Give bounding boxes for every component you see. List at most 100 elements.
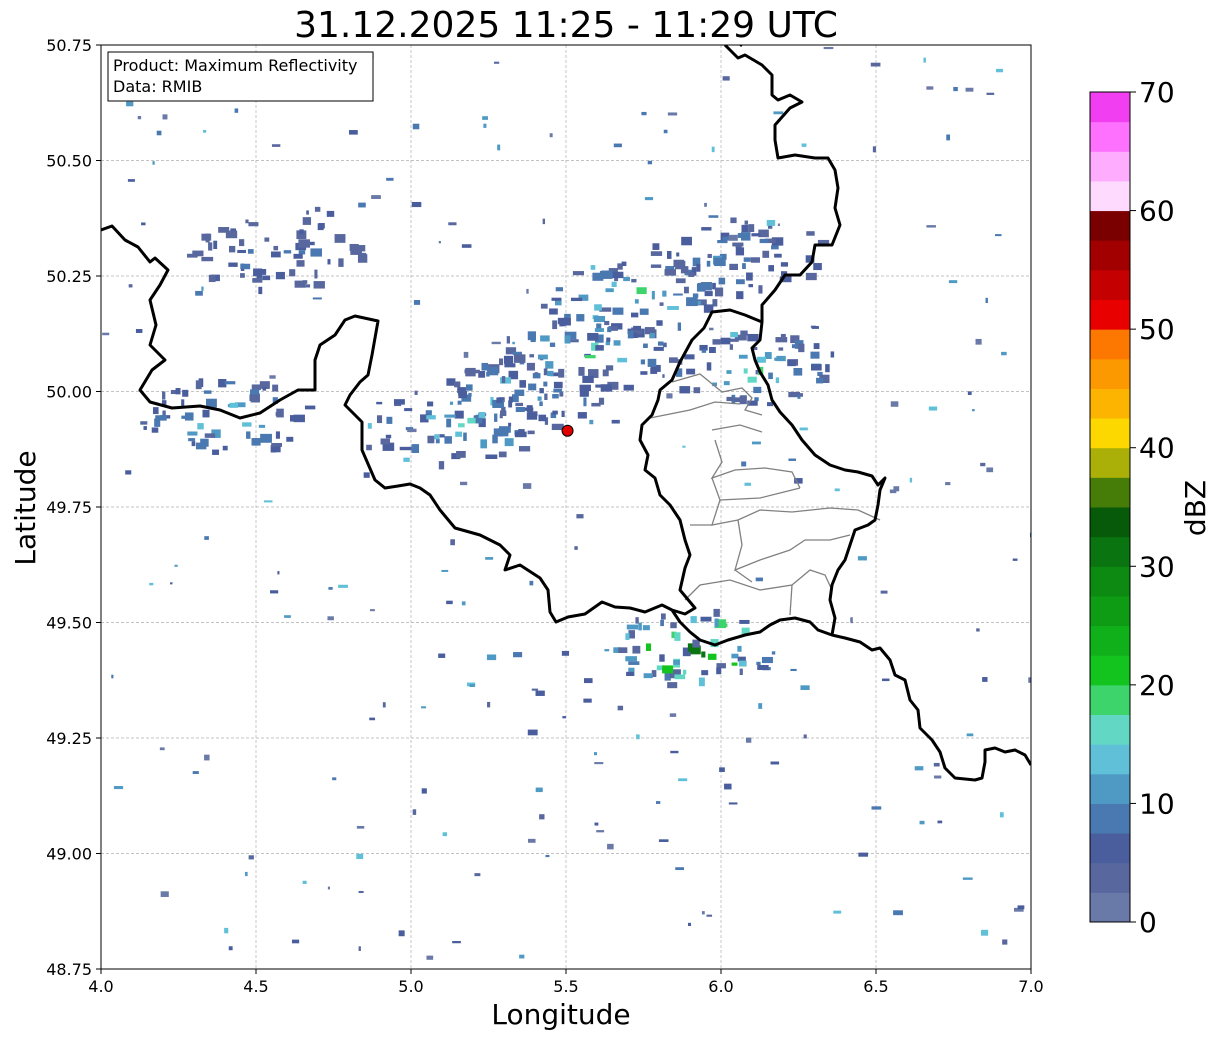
echo-cell — [744, 220, 748, 225]
echo-cell — [501, 376, 506, 384]
echo-cell — [187, 253, 198, 258]
echo-cell — [770, 761, 780, 765]
echo-cell — [816, 377, 824, 384]
echo-cell — [1012, 558, 1018, 561]
echo-cell — [572, 271, 584, 276]
echo-cell — [729, 263, 739, 271]
echo-cell — [926, 225, 936, 228]
echo-cell — [626, 624, 639, 630]
echo-cell — [504, 363, 516, 368]
echo-cell — [482, 116, 488, 120]
echo-cell — [707, 253, 712, 258]
echo-cell — [722, 76, 730, 81]
echo-cell — [273, 245, 279, 251]
echo-cell — [305, 284, 311, 288]
echo-cell — [945, 482, 951, 486]
echo-cell — [663, 342, 667, 348]
echo-cell — [250, 389, 260, 395]
colorbar-swatch — [1090, 477, 1130, 508]
echo-cell — [275, 446, 281, 453]
colorbar-swatch — [1090, 684, 1130, 715]
echo-cell — [404, 408, 413, 412]
echo-cell — [290, 415, 294, 422]
echo-cell — [797, 394, 801, 399]
echo-cell — [600, 384, 613, 392]
echo-cell — [363, 472, 370, 478]
echo-cell — [658, 839, 669, 842]
echo-cell — [191, 441, 196, 447]
echo-cell — [332, 777, 337, 781]
echo-cell — [775, 337, 788, 343]
x-tick-label: 4.0 — [88, 977, 113, 996]
colorbar-swatch — [1090, 803, 1130, 834]
echo-cell — [486, 654, 497, 661]
echo-cell — [805, 272, 817, 281]
echo-cell — [256, 274, 263, 279]
echo-cell — [386, 416, 393, 424]
echo-cell — [735, 247, 745, 256]
echo-cell — [748, 284, 754, 288]
echo-cell — [667, 112, 678, 116]
echo-cell — [594, 304, 602, 311]
echo-cell — [151, 427, 159, 433]
echo-cell — [162, 391, 166, 400]
echo-cell — [604, 320, 610, 326]
echo-cell — [755, 369, 758, 375]
echo-cell — [635, 617, 639, 624]
colorbar-swatch — [1090, 447, 1130, 478]
echo-cell — [271, 144, 281, 147]
echo-cell — [741, 232, 751, 241]
echo-cell — [304, 405, 316, 410]
echo-cell — [726, 396, 734, 402]
echo-cell — [593, 315, 606, 323]
echo-cell — [589, 419, 594, 425]
echo-cell — [393, 399, 405, 405]
echo-cell — [258, 424, 266, 428]
echo-cell — [508, 422, 512, 427]
radar-site-marker — [561, 424, 574, 437]
echo-cell — [744, 482, 751, 486]
echo-cell — [203, 390, 212, 394]
echo-cell — [659, 302, 664, 306]
echo-cell — [504, 438, 514, 447]
echo-cell — [512, 341, 515, 345]
echo-cell — [701, 670, 709, 676]
echo-cell — [491, 341, 501, 345]
echo-cell — [611, 419, 620, 424]
echo-cell — [626, 671, 634, 677]
echo-cell — [775, 377, 780, 384]
echo-cell — [275, 431, 280, 439]
echo-cell — [684, 286, 689, 294]
echo-cell — [538, 414, 547, 422]
echo-cell — [926, 86, 934, 90]
echo-cell — [407, 428, 417, 433]
echo-cell — [813, 263, 822, 271]
echo-cell — [275, 271, 285, 280]
echo-cell — [156, 130, 162, 136]
echo-cell — [611, 281, 617, 287]
echo-cell — [528, 383, 537, 391]
echo-cell — [810, 351, 820, 359]
echo-cell — [481, 362, 489, 371]
echo-cell — [192, 771, 199, 774]
echo-cell — [590, 265, 596, 270]
echo-cell — [857, 556, 867, 561]
echo-cell — [239, 239, 245, 247]
echo-cell — [205, 233, 210, 243]
echo-cell — [527, 729, 538, 736]
echo-cell — [126, 101, 134, 107]
echo-cell — [704, 202, 707, 207]
echo-cell — [627, 330, 634, 339]
colorbar-swatch — [1090, 714, 1130, 745]
y-tick-label: 50.50 — [46, 152, 92, 171]
echo-cell — [729, 344, 733, 350]
echo-cell — [636, 734, 640, 740]
echo-cell — [591, 402, 601, 407]
echo-cell — [605, 365, 614, 371]
echo-cell — [662, 374, 665, 378]
echo-cell — [724, 783, 732, 790]
echo-cell — [889, 489, 897, 494]
echo-cell — [882, 678, 890, 682]
echo-cell — [283, 250, 292, 254]
echo-cell — [228, 946, 233, 951]
